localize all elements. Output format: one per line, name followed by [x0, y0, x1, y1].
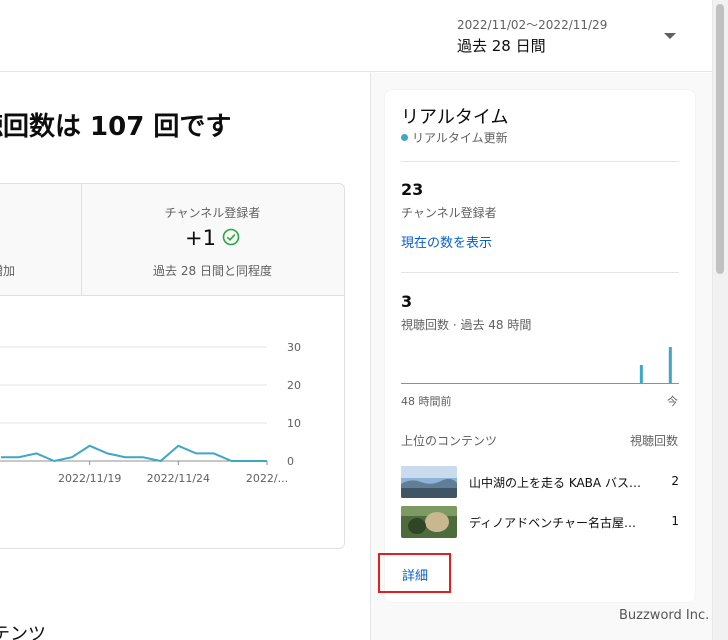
y-tick-label: 20	[287, 379, 301, 392]
hourly-bar	[639, 365, 643, 383]
realtime-live-label: リアルタイム更新	[412, 131, 508, 145]
content-title: 山中湖の上を走る KABA バスに乗ってきました	[469, 476, 647, 490]
subscribers-stat[interactable]: +1	[81, 226, 344, 251]
subscribers-value: +1	[185, 226, 216, 250]
scrollbar-thumb[interactable]	[716, 4, 724, 274]
realtime-subscribers-count: 23	[401, 180, 424, 199]
page-headline: 聴回数は 107 回です	[0, 112, 232, 142]
top-content-item[interactable]: ディノアドベンチャー名古屋に行ってきました 1	[401, 506, 681, 538]
x-tick-label: 2022/11/19	[58, 472, 121, 485]
stats-summary: 増加 チャンネル登録者 +1 過去 28 日間と同程度	[0, 184, 344, 296]
mini-chart-axis-start: 48 時間前	[401, 395, 452, 408]
realtime-card: リアルタイム リアルタイム更新 23 チャンネル登録者 現在の数を表示 3 視聴…	[385, 90, 695, 602]
section-title: テンツ	[0, 624, 46, 640]
top-content-item[interactable]: 山中湖の上を走る KABA バスに乗ってきました 2	[401, 466, 681, 498]
subscribers-title: チャンネル登録者	[164, 206, 261, 220]
views-column-header: 視聴回数	[630, 434, 679, 448]
live-dot-icon	[401, 134, 408, 141]
mini-chart-axis-end: 今	[667, 395, 678, 408]
check-circle-icon	[222, 227, 240, 251]
content-views: 2	[671, 474, 679, 488]
hourly-bar	[668, 347, 672, 383]
main-panel: 聴回数は 107 回です 増加 チャンネル登録者 +1 過去 28 日間と同程度…	[0, 73, 370, 640]
x-tick-label: 2022/11/24	[147, 472, 210, 485]
period-selector-label[interactable]: 過去 28 日間	[457, 35, 546, 56]
video-thumbnail	[401, 506, 457, 538]
realtime-live-indicator: リアルタイム更新	[401, 129, 508, 146]
y-tick-label: 30	[287, 341, 301, 354]
subscribers-comparison: 過去 28 日間と同程度	[153, 264, 272, 278]
top-content-header: 上位のコンテンツ	[401, 434, 498, 448]
date-range: 2022/11/02～2022/11/29	[457, 18, 608, 32]
realtime-views-label: 視聴回数 · 過去 48 時間	[401, 318, 532, 332]
views-change-label: 増加	[0, 264, 16, 278]
video-thumbnail	[401, 466, 457, 498]
watermark: Buzzword Inc.	[619, 608, 710, 623]
content-views: 1	[671, 514, 679, 528]
realtime-subscribers-label: チャンネル登録者	[401, 206, 497, 220]
chevron-down-icon[interactable]	[664, 33, 676, 39]
divider	[401, 272, 679, 273]
views-line-chart: 0 10 20 30 2022/11/19 2022/11/24 2022/...	[0, 341, 301, 485]
details-link[interactable]: 詳細	[402, 565, 428, 584]
x-tick-label: 2022/...	[246, 472, 288, 485]
top-bar: 2022/11/02～2022/11/29 過去 28 日間	[0, 0, 712, 72]
series-line	[1, 444, 267, 463]
y-tick-label: 10	[287, 417, 301, 430]
realtime-views-bar-chart	[401, 347, 679, 384]
realtime-views-count: 3	[401, 292, 413, 311]
show-current-count-link[interactable]: 現在の数を表示	[401, 232, 492, 251]
content-title: ディノアドベンチャー名古屋に行ってきました	[469, 516, 647, 530]
realtime-title: リアルタイム	[401, 107, 509, 128]
divider	[401, 161, 679, 162]
y-tick-label: 0	[287, 455, 294, 468]
stats-card: 増加 チャンネル登録者 +1 過去 28 日間と同程度 0 10 20 30 2022/…	[0, 183, 345, 549]
